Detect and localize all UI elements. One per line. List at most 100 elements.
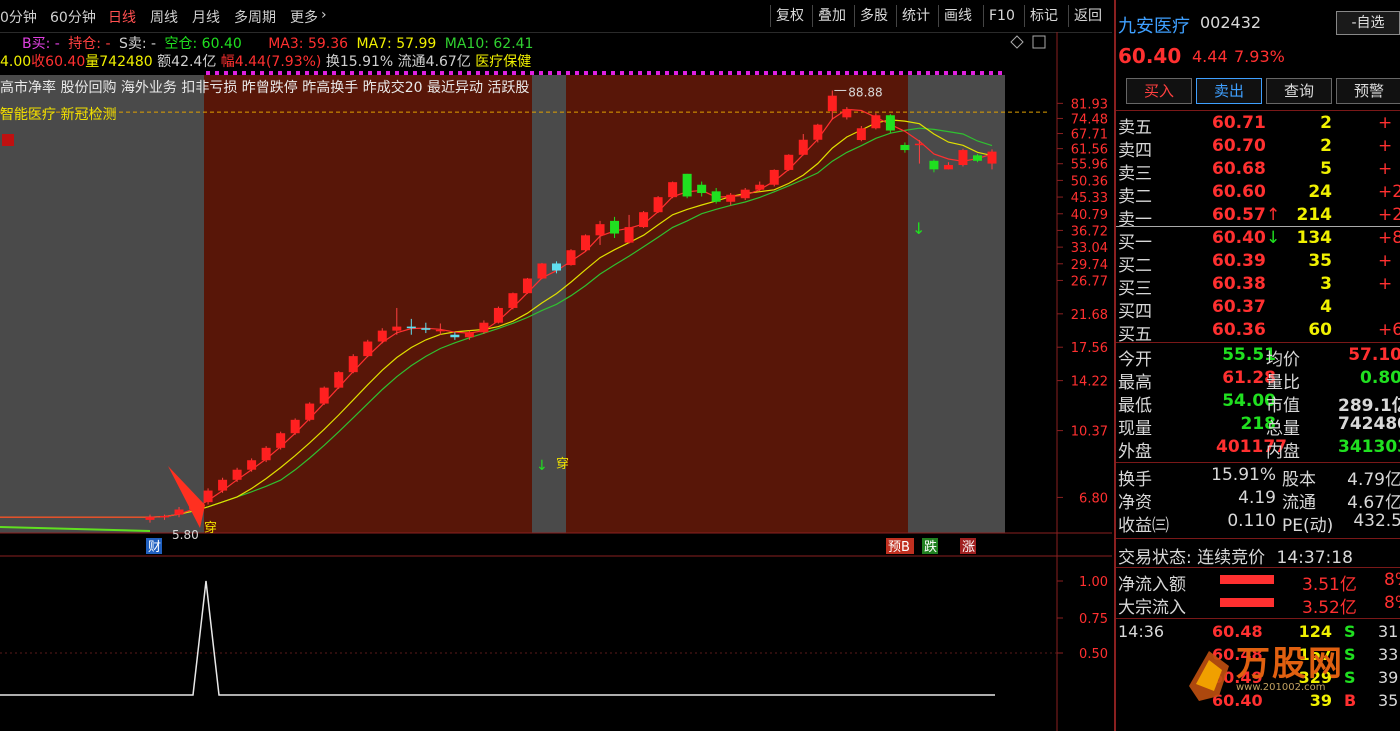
cross-label: 穿 xyxy=(556,456,569,472)
order-change: +6 xyxy=(1378,320,1400,340)
signal-dot xyxy=(323,71,327,75)
candle-body xyxy=(232,469,242,480)
signal-dot xyxy=(971,71,975,75)
candle-body xyxy=(406,326,416,329)
y-tick-label: 14.22 xyxy=(1071,375,1108,390)
order-row[interactable]: 卖五 60.71 2 + xyxy=(1116,113,1400,138)
alert-button[interactable]: 预警 xyxy=(1336,78,1400,104)
order-row[interactable]: 买一 60.40 134 +8 ↓ xyxy=(1116,228,1400,253)
kline-chart[interactable]: 81.9374.4867.7161.5655.9650.36 45.33 40.79… xyxy=(0,0,1112,731)
trend-arrow-icon: ↓ xyxy=(1266,228,1281,248)
sub-y-tick-label: 0.50 xyxy=(1079,647,1108,662)
order-row[interactable]: 卖一60.57214+21↑ xyxy=(1116,205,1400,230)
y-tick-label: 67.71 xyxy=(1071,128,1108,143)
signal-dot xyxy=(665,71,669,75)
tick-count: 39 xyxy=(1378,668,1399,687)
stat-value: 57.10 xyxy=(1348,345,1400,365)
trend-arrow-icon: ↑ xyxy=(1266,205,1281,225)
trade-status: 交易状态: 连续竞价 14:37:18 xyxy=(1118,548,1353,568)
bull-logo-icon xyxy=(1184,646,1234,704)
order-price: 60.37 xyxy=(1212,297,1266,317)
y-tick-label: 33.04 xyxy=(1071,241,1108,256)
signal-dot xyxy=(944,71,948,75)
stat-row: 收益㈢ 0.110 PE(动) 432.5 xyxy=(1116,511,1400,536)
sell-button[interactable]: 卖出 xyxy=(1196,78,1262,104)
signal-dot xyxy=(674,71,678,75)
order-price: 60.38 xyxy=(1212,274,1266,294)
y-tick-label: 50.36 xyxy=(1071,174,1108,189)
signal-dot xyxy=(989,71,993,75)
signal-dot xyxy=(530,71,534,75)
candle-body xyxy=(334,372,344,388)
signal-dot xyxy=(980,71,984,75)
stat-value: 4.79亿 xyxy=(1347,470,1400,490)
order-row[interactable]: 卖三 60.68 5 + xyxy=(1116,159,1400,184)
order-price: 60.39 xyxy=(1212,251,1266,271)
order-row[interactable]: 买二 60.39 35 + xyxy=(1116,251,1400,276)
signal-dot xyxy=(485,71,489,75)
candle-body xyxy=(464,332,474,338)
stat-value: 341303 xyxy=(1338,437,1400,457)
order-change: + xyxy=(1378,113,1393,133)
stock-code: 002432 xyxy=(1200,13,1262,32)
maximize-icon xyxy=(1032,35,1046,49)
order-volume: 4 xyxy=(1320,297,1332,317)
signal-dot xyxy=(881,71,885,75)
watchlist-button[interactable]: -自选 xyxy=(1336,11,1400,35)
cross-label: 穿 xyxy=(204,520,217,536)
candle-body xyxy=(842,109,852,118)
signal-dot xyxy=(755,71,759,75)
order-change: +8 xyxy=(1378,228,1400,248)
order-volume: 24 xyxy=(1308,182,1332,202)
order-change: + xyxy=(1378,274,1393,294)
stat-value: 4.19 xyxy=(1238,488,1276,508)
order-row[interactable]: 买四 60.37 4 xyxy=(1116,297,1400,322)
tick-count: 31 xyxy=(1378,622,1399,641)
order-volume: 214 xyxy=(1296,205,1333,225)
signal-dot xyxy=(899,71,903,75)
buy-button[interactable]: 买入 xyxy=(1126,78,1192,104)
candle-body xyxy=(697,184,707,194)
candle-body xyxy=(624,227,634,243)
y-tick-label: 6.80 xyxy=(1079,491,1108,506)
signal-dot xyxy=(791,71,795,75)
signal-dot xyxy=(737,71,741,75)
order-row[interactable]: 卖四 60.70 2 + xyxy=(1116,136,1400,161)
diamond-icon xyxy=(1010,35,1024,49)
order-volume: 5 xyxy=(1320,159,1332,179)
candle-body xyxy=(261,447,271,461)
signal-dot xyxy=(656,71,660,75)
order-price: 60.57 xyxy=(1212,205,1266,225)
order-volume: 2 xyxy=(1320,136,1332,156)
stat-label: 现量 xyxy=(1118,419,1152,439)
order-row[interactable]: 买五 60.36 60 +6 xyxy=(1116,320,1400,345)
y-tick-label: 36.72 xyxy=(1071,224,1108,239)
tag-line-1: 高市净率 股份回购 海外业务 扣非亏损 昨曾跌停 昨高换手 昨成交20 最近异动… xyxy=(0,80,530,96)
signal-dot xyxy=(782,71,786,75)
watermark-text: 万股网 xyxy=(1236,644,1344,684)
signal-dot xyxy=(521,71,525,75)
stat-label: 收益㈢ xyxy=(1118,516,1169,536)
flow-value: 3.51亿 xyxy=(1302,575,1357,595)
stat-value: 742480 xyxy=(1338,414,1400,434)
marker-label: 涨 xyxy=(962,540,975,555)
signal-dot xyxy=(503,71,507,75)
sub-y-tick-label: 0.75 xyxy=(1079,612,1108,627)
stat-label: 最低 xyxy=(1118,396,1152,416)
signal-dot xyxy=(818,71,822,75)
signal-dot xyxy=(233,71,237,75)
signal-dot xyxy=(575,71,579,75)
query-button[interactable]: 查询 xyxy=(1266,78,1332,104)
candle-body xyxy=(435,329,445,332)
signal-dot xyxy=(719,71,723,75)
candle-body xyxy=(885,115,895,131)
divider xyxy=(1116,462,1400,463)
signal-dot xyxy=(962,71,966,75)
signal-dot xyxy=(935,71,939,75)
candle-body xyxy=(450,334,460,338)
candle-body xyxy=(508,293,518,308)
order-row[interactable]: 卖二 60.60 24 +2 xyxy=(1116,182,1400,207)
candle-body xyxy=(319,387,329,404)
candle-body xyxy=(537,263,547,279)
order-row[interactable]: 买三 60.38 3 + xyxy=(1116,274,1400,299)
